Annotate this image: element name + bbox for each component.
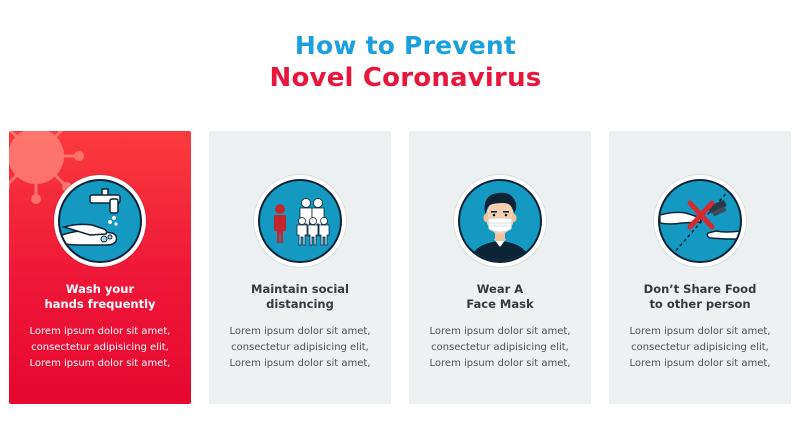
card-body-line: Lorem ipsum dolor sit amet, (29, 326, 171, 337)
card-body-line: consectetur adipisicing elit, (631, 342, 769, 353)
card-body-line: consectetur adipisicing elit, (431, 342, 569, 353)
card-title-line: Maintain social (251, 282, 349, 296)
card-body-line: Lorem ipsum dolor sit amet, (429, 358, 571, 369)
card-body-line: Lorem ipsum dolor sit amet, (629, 326, 771, 337)
card-title-line: to other person (649, 296, 751, 311)
card-social-distancing[interactable]: Maintain social distancing Lorem ipsum d… (209, 131, 391, 404)
icon-badge (254, 175, 346, 267)
page: How to Prevent Novel Coronavirus Wash yo… (0, 0, 811, 425)
page-title: How to Prevent Novel Coronavirus (0, 30, 811, 94)
icon-badge (654, 175, 746, 267)
card-title: Don’t Share Food to other person (609, 282, 791, 311)
card-description: Lorem ipsum dolor sit amet, consectetur … (609, 324, 791, 372)
title-line-prevent: How to Prevent (294, 31, 517, 60)
card-title: Wash your hands frequently (9, 282, 191, 311)
card-description: Lorem ipsum dolor sit amet, consectetur … (209, 324, 391, 372)
card-wash-hands[interactable]: Wash your hands frequently Lorem ipsum d… (9, 131, 191, 404)
no-food-sharing-icon (660, 188, 740, 256)
card-no-food-sharing[interactable]: Don’t Share Food to other person Lorem i… (609, 131, 791, 404)
card-description: Lorem ipsum dolor sit amet, consectetur … (409, 324, 591, 372)
card-body-line: consectetur adipisicing elit, (31, 342, 169, 353)
card-body-line: Lorem ipsum dolor sit amet, (229, 358, 371, 369)
card-title: Wear A Face Mask (409, 282, 591, 311)
card-title: Maintain social distancing (209, 282, 391, 311)
icon-badge (54, 175, 146, 267)
card-body-line: Lorem ipsum dolor sit amet, (629, 358, 771, 369)
face-mask-icon (470, 192, 530, 261)
card-title-line: Wear A (476, 282, 524, 296)
card-body-line: Lorem ipsum dolor sit amet, (229, 326, 371, 337)
hand-washing-icon (61, 188, 121, 246)
card-title-line: Don’t Share Food (643, 282, 757, 296)
card-body-line: consectetur adipisicing elit, (231, 342, 369, 353)
title-line-coronavirus: Novel Coronavirus (269, 63, 542, 93)
card-description: Lorem ipsum dolor sit amet, consectetur … (9, 324, 191, 372)
card-title-line: Face Mask (466, 296, 534, 311)
card-face-mask[interactable]: Wear A Face Mask Lorem ipsum dolor sit a… (409, 131, 591, 404)
card-title-line: hands frequently (44, 296, 156, 311)
social-distancing-icon (274, 198, 330, 246)
card-body-line: Lorem ipsum dolor sit amet, (429, 326, 571, 337)
icon-badge (454, 175, 546, 267)
card-title-line: distancing (266, 296, 334, 311)
card-title-line: Wash your (65, 282, 135, 296)
card-body-line: Lorem ipsum dolor sit amet, (29, 358, 171, 369)
